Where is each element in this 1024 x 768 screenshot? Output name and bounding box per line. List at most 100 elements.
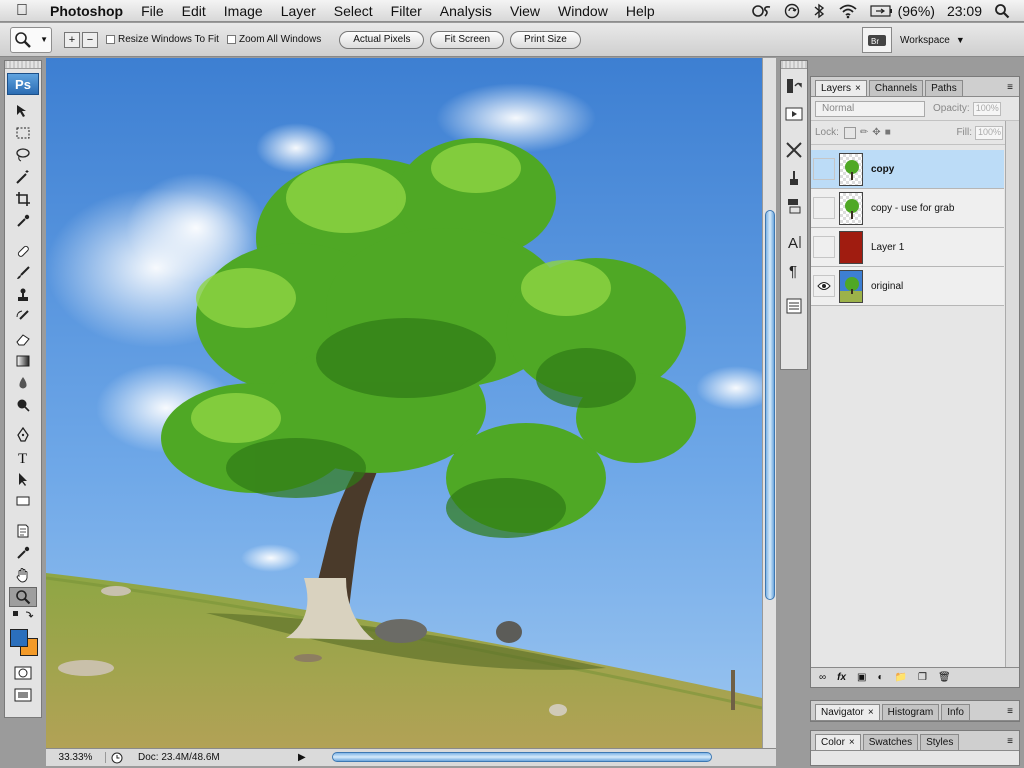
lock-transparent-icon[interactable] xyxy=(843,126,856,139)
history-brush-icon[interactable] xyxy=(9,307,37,327)
wifi-icon[interactable] xyxy=(838,4,858,19)
blur-icon[interactable] xyxy=(9,373,37,393)
close-icon[interactable]: × xyxy=(855,83,861,94)
menu-window[interactable]: Window xyxy=(549,0,617,22)
menu-layer[interactable]: Layer xyxy=(272,0,325,22)
foreground-color-swatch[interactable] xyxy=(10,629,28,647)
crop-tool-icon[interactable] xyxy=(9,189,37,209)
vertical-scrollbar[interactable] xyxy=(762,58,776,748)
zoom-in-icon[interactable]: + xyxy=(64,31,80,48)
resize-windows-checkbox[interactable]: Resize Windows To Fit xyxy=(106,34,219,45)
panel-menu-icon[interactable]: ≡ xyxy=(1007,736,1013,747)
menu-help[interactable]: Help xyxy=(617,0,664,22)
eraser-icon[interactable] xyxy=(9,329,37,349)
new-layer-icon[interactable]: ❐ xyxy=(918,672,927,683)
workspace-menu[interactable]: Workspace ▼ xyxy=(900,29,980,51)
spotlight-search-icon[interactable] xyxy=(994,3,1010,19)
lock-brush-icon[interactable]: ✏ xyxy=(860,127,868,138)
tool-preset-picker[interactable]: ▼ xyxy=(10,26,52,53)
layer-mask-icon[interactable]: ▣ xyxy=(857,672,866,683)
layer-row-layer-1[interactable]: Layer 1 xyxy=(811,228,1004,267)
actions-panel-icon[interactable] xyxy=(783,103,805,125)
swap-colors-icon[interactable] xyxy=(9,609,37,621)
marquee-tool-icon[interactable] xyxy=(9,123,37,143)
tab-info[interactable]: Info xyxy=(941,704,970,720)
layers-scrollbar[interactable] xyxy=(1005,121,1019,667)
notes-panel-icon[interactable] xyxy=(783,295,805,317)
close-icon[interactable]: × xyxy=(868,707,874,718)
path-select-icon[interactable] xyxy=(9,469,37,489)
healing-brush-icon[interactable] xyxy=(9,241,37,261)
battery-icon[interactable] xyxy=(869,5,894,17)
panel-menu-icon[interactable]: ≡ xyxy=(1007,82,1013,93)
adjustment-layer-icon[interactable]: ◐ xyxy=(878,672,884,683)
tool-presets-icon[interactable] xyxy=(783,139,805,161)
type-tool-icon[interactable]: T xyxy=(9,447,37,467)
notes-icon[interactable] xyxy=(9,521,37,541)
layer-row-original[interactable]: original xyxy=(811,267,1004,306)
menu-analysis[interactable]: Analysis xyxy=(431,0,501,22)
layer-row-copy[interactable]: copy xyxy=(811,150,1004,189)
bluetooth-icon[interactable] xyxy=(812,3,826,19)
document-canvas[interactable] xyxy=(46,58,762,748)
tab-color[interactable]: Color × xyxy=(815,734,861,750)
history-panel-icon[interactable] xyxy=(783,75,805,97)
link-layers-icon[interactable]: ∞ xyxy=(819,672,826,683)
panel-menu-icon[interactable]: ≡ xyxy=(1007,706,1013,717)
menu-view[interactable]: View xyxy=(501,0,549,22)
pen-tool-icon[interactable] xyxy=(9,425,37,445)
lock-move-icon[interactable]: ✥ xyxy=(872,127,880,138)
menu-image[interactable]: Image xyxy=(215,0,272,22)
close-icon[interactable]: × xyxy=(849,737,855,748)
clone-source-icon[interactable] xyxy=(783,195,805,217)
screen-mode-icon[interactable] xyxy=(9,685,37,705)
tab-swatches[interactable]: Swatches xyxy=(862,734,919,750)
fill-input[interactable]: 100% xyxy=(975,125,1003,140)
apple-menu-icon[interactable]:  xyxy=(0,2,44,20)
layer-style-icon[interactable]: fx xyxy=(837,672,846,683)
zoom-tool-icon[interactable] xyxy=(9,587,37,607)
visibility-toggle[interactable] xyxy=(813,158,835,180)
layer-row-copy-use-for-grab[interactable]: copy - use for grab xyxy=(811,189,1004,228)
new-group-icon[interactable]: 📁 xyxy=(895,672,907,683)
zoom-out-icon[interactable]: − xyxy=(82,31,98,48)
tab-histogram[interactable]: Histogram xyxy=(881,704,940,720)
opacity-input[interactable]: 100% xyxy=(972,101,1001,116)
rectangle-tool-icon[interactable] xyxy=(9,491,37,511)
dodge-icon[interactable] xyxy=(9,395,37,415)
toolbox-grip[interactable] xyxy=(5,61,41,69)
lock-all-icon[interactable]: ■ xyxy=(885,127,891,138)
menu-filter[interactable]: Filter xyxy=(382,0,431,22)
ps-logo[interactable]: Ps xyxy=(7,73,39,95)
tab-channels[interactable]: Channels xyxy=(868,80,924,96)
menu-app-name[interactable]: Photoshop xyxy=(44,0,132,22)
hand-tool-icon[interactable] xyxy=(9,565,37,585)
magic-wand-icon[interactable] xyxy=(9,167,37,187)
lasso-tool-icon[interactable] xyxy=(9,145,37,165)
bridge-button[interactable]: Br xyxy=(862,27,892,53)
fit-screen-button[interactable]: Fit Screen xyxy=(430,30,505,49)
visibility-toggle[interactable] xyxy=(813,197,835,219)
visibility-toggle[interactable] xyxy=(813,275,835,297)
tab-styles[interactable]: Styles xyxy=(920,734,960,750)
actual-pixels-button[interactable]: Actual Pixels xyxy=(339,30,425,49)
paragraph-panel-icon[interactable]: ¶ xyxy=(783,259,805,281)
quick-mask-icon[interactable] xyxy=(9,663,37,683)
os-icon[interactable] xyxy=(751,4,772,18)
print-size-button[interactable]: Print Size xyxy=(510,30,581,49)
tab-navigator[interactable]: Navigator × xyxy=(815,704,880,720)
menu-file[interactable]: File xyxy=(132,0,173,22)
status-menu-arrow-icon[interactable]: ▶ xyxy=(298,752,306,763)
visibility-toggle[interactable] xyxy=(813,236,835,258)
checkbox-box[interactable] xyxy=(106,35,115,44)
horizontal-scroll-thumb[interactable] xyxy=(332,752,712,762)
tree-photo[interactable] xyxy=(46,58,762,748)
tab-layers[interactable]: Layers × xyxy=(815,80,867,96)
blend-mode-select[interactable]: Normal xyxy=(815,100,925,117)
trash-icon[interactable]: 🗑 xyxy=(938,672,951,683)
tab-paths[interactable]: Paths xyxy=(925,80,963,96)
character-panel-icon[interactable]: A xyxy=(783,231,805,253)
eyedropper-icon[interactable] xyxy=(9,211,37,231)
brushes-panel-icon[interactable] xyxy=(783,167,805,189)
move-tool-icon[interactable] xyxy=(9,101,37,121)
